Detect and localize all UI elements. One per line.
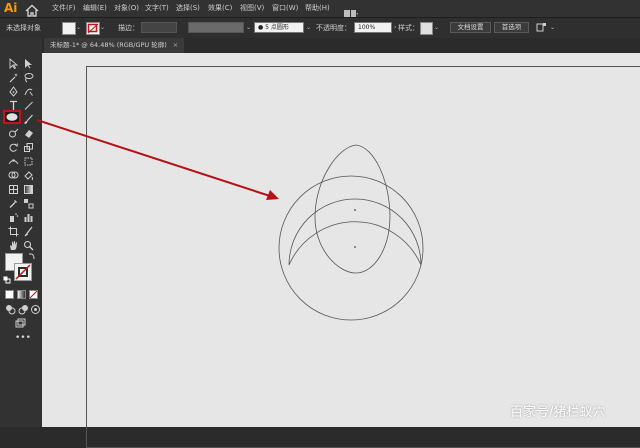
graphic-style-swatch[interactable]: [420, 22, 433, 35]
opacity-field: 100%: [354, 22, 392, 33]
free-transform-tool-icon[interactable]: [23, 156, 34, 167]
stroke-label: 描边：: [118, 24, 139, 32]
perspective-grid-tool-icon[interactable]: [8, 184, 19, 195]
selection-tool-icon[interactable]: [8, 58, 19, 69]
default-fill-stroke-icon[interactable]: [3, 276, 11, 284]
document-tab[interactable]: 未标题-1* @ 64.48% (RGB/GPU 轮廓) ×: [44, 38, 185, 53]
crescent-shape: [288, 198, 422, 266]
canvas-area[interactable]: [42, 53, 640, 448]
zoom-tool-icon[interactable]: [23, 240, 34, 251]
fill-dropdown-icon[interactable]: ⌄: [76, 24, 81, 32]
menu-edit[interactable]: 编辑(E): [83, 3, 107, 13]
stroke-color-swatch[interactable]: [14, 263, 32, 281]
egg-oval-shape: [314, 144, 391, 274]
center-point: [354, 246, 356, 248]
document-setup-button[interactable]: 文档设置: [450, 22, 491, 33]
preferences-button[interactable]: 首选项: [494, 22, 529, 33]
magic-wand-tool-icon[interactable]: [8, 72, 19, 83]
paintbrush-tool-icon[interactable]: [23, 114, 34, 125]
shaper-tool-icon[interactable]: [8, 128, 19, 139]
slice-tool-icon[interactable]: [23, 226, 34, 237]
menu-object[interactable]: 对象(O): [114, 3, 139, 13]
stroke-dropdown-icon[interactable]: ⌄: [100, 24, 105, 32]
style-dropdown-icon[interactable]: ⌄: [434, 24, 439, 32]
stroke-weight-stepper[interactable]: [141, 22, 177, 33]
tab-close-icon[interactable]: ×: [173, 41, 178, 49]
menu-window[interactable]: 窗口(W): [272, 3, 298, 13]
variable-width-profile[interactable]: [188, 22, 244, 33]
brush-label: 5 点圆形: [265, 24, 289, 31]
color-mode-button[interactable]: [5, 290, 14, 299]
opacity-dropdown-icon[interactable]: ›: [394, 24, 396, 32]
none-mode-button[interactable]: [29, 290, 38, 299]
workspace-switcher-icon[interactable]: [344, 4, 358, 19]
live-paint-tool-icon[interactable]: [23, 170, 34, 181]
document-tab-title: 未标题-1* @ 64.48% (RGB/GPU 轮廓): [50, 41, 167, 49]
menu-view[interactable]: 视图(V): [240, 3, 264, 13]
eyedropper-tool-icon[interactable]: [8, 198, 19, 209]
menu-type[interactable]: 文字(T): [145, 3, 169, 13]
more-tools-icon[interactable]: •••: [15, 334, 31, 345]
fill-swatch[interactable]: [62, 22, 76, 35]
rotate-tool-icon[interactable]: [8, 142, 19, 153]
width-tool-icon[interactable]: [8, 156, 19, 167]
gradient-tool-icon[interactable]: [23, 184, 34, 195]
shape-builder-tool-icon[interactable]: [8, 170, 19, 181]
brush-dropdown-icon[interactable]: ⌄: [306, 24, 311, 32]
screen-mode-icon[interactable]: [15, 318, 26, 329]
symbol-sprayer-tool-icon[interactable]: [8, 212, 19, 223]
draw-behind-icon[interactable]: [18, 304, 29, 315]
menu-help[interactable]: 帮助(H): [305, 3, 330, 13]
profile-dropdown-icon[interactable]: ⌄: [246, 24, 251, 32]
watermark: 百家号/猪栏蚁穴: [510, 405, 606, 420]
stroke-swatch[interactable]: [86, 22, 100, 35]
menu-bar: Ai 文件(F) 编辑(E) 对象(O) 文字(T) 选择(S) 效果(C) 视…: [0, 0, 640, 19]
menu-select[interactable]: 选择(S): [176, 3, 200, 13]
opacity-label: 不透明度：: [316, 24, 351, 32]
home-icon[interactable]: [25, 2, 39, 17]
opacity-value[interactable]: 100%: [358, 24, 375, 31]
app-logo: Ai: [4, 1, 18, 15]
pen-tool-icon[interactable]: [8, 86, 19, 97]
scale-tool-icon[interactable]: [23, 142, 34, 153]
curvature-tool-icon[interactable]: [23, 86, 34, 97]
anchor-point: [354, 209, 356, 211]
drawing-mode-icon[interactable]: [5, 304, 16, 315]
arrange-dropdown-icon[interactable]: ⌄: [550, 24, 555, 32]
eraser-tool-icon[interactable]: [23, 128, 34, 139]
selection-status: 未选择对象: [6, 24, 41, 32]
artwork: [278, 144, 424, 321]
brush-definition[interactable]: ● 5 点圆形: [254, 22, 304, 33]
column-graph-tool-icon[interactable]: [23, 212, 34, 223]
lasso-tool-icon[interactable]: [23, 72, 34, 83]
style-label: 样式：: [398, 24, 419, 32]
tools-panel: •••: [0, 38, 42, 427]
menu-file[interactable]: 文件(F): [52, 3, 76, 13]
direct-selection-tool-icon[interactable]: [23, 58, 34, 69]
ellipse-tool-icon[interactable]: [3, 110, 21, 124]
artboard-tool-icon[interactable]: [8, 226, 19, 237]
gradient-mode-button[interactable]: [17, 290, 26, 299]
line-segment-tool-icon[interactable]: [23, 100, 34, 111]
menu-effect[interactable]: 效果(C): [208, 3, 232, 13]
hand-tool-icon[interactable]: [8, 240, 19, 251]
draw-inside-icon[interactable]: [30, 304, 41, 315]
outer-circle-shape: [278, 175, 424, 321]
swap-fill-stroke-icon[interactable]: [28, 252, 36, 260]
blend-tool-icon[interactable]: [23, 198, 34, 209]
document-tab-bar: 未标题-1* @ 64.48% (RGB/GPU 轮廓) ×: [42, 38, 640, 53]
control-bar: 未选择对象 ⌄ ⌄ 描边： ⌄ ● 5 点圆形 ⌄ 不透明度： 100% › 样…: [0, 17, 640, 39]
arrange-documents-icon[interactable]: [536, 22, 547, 33]
